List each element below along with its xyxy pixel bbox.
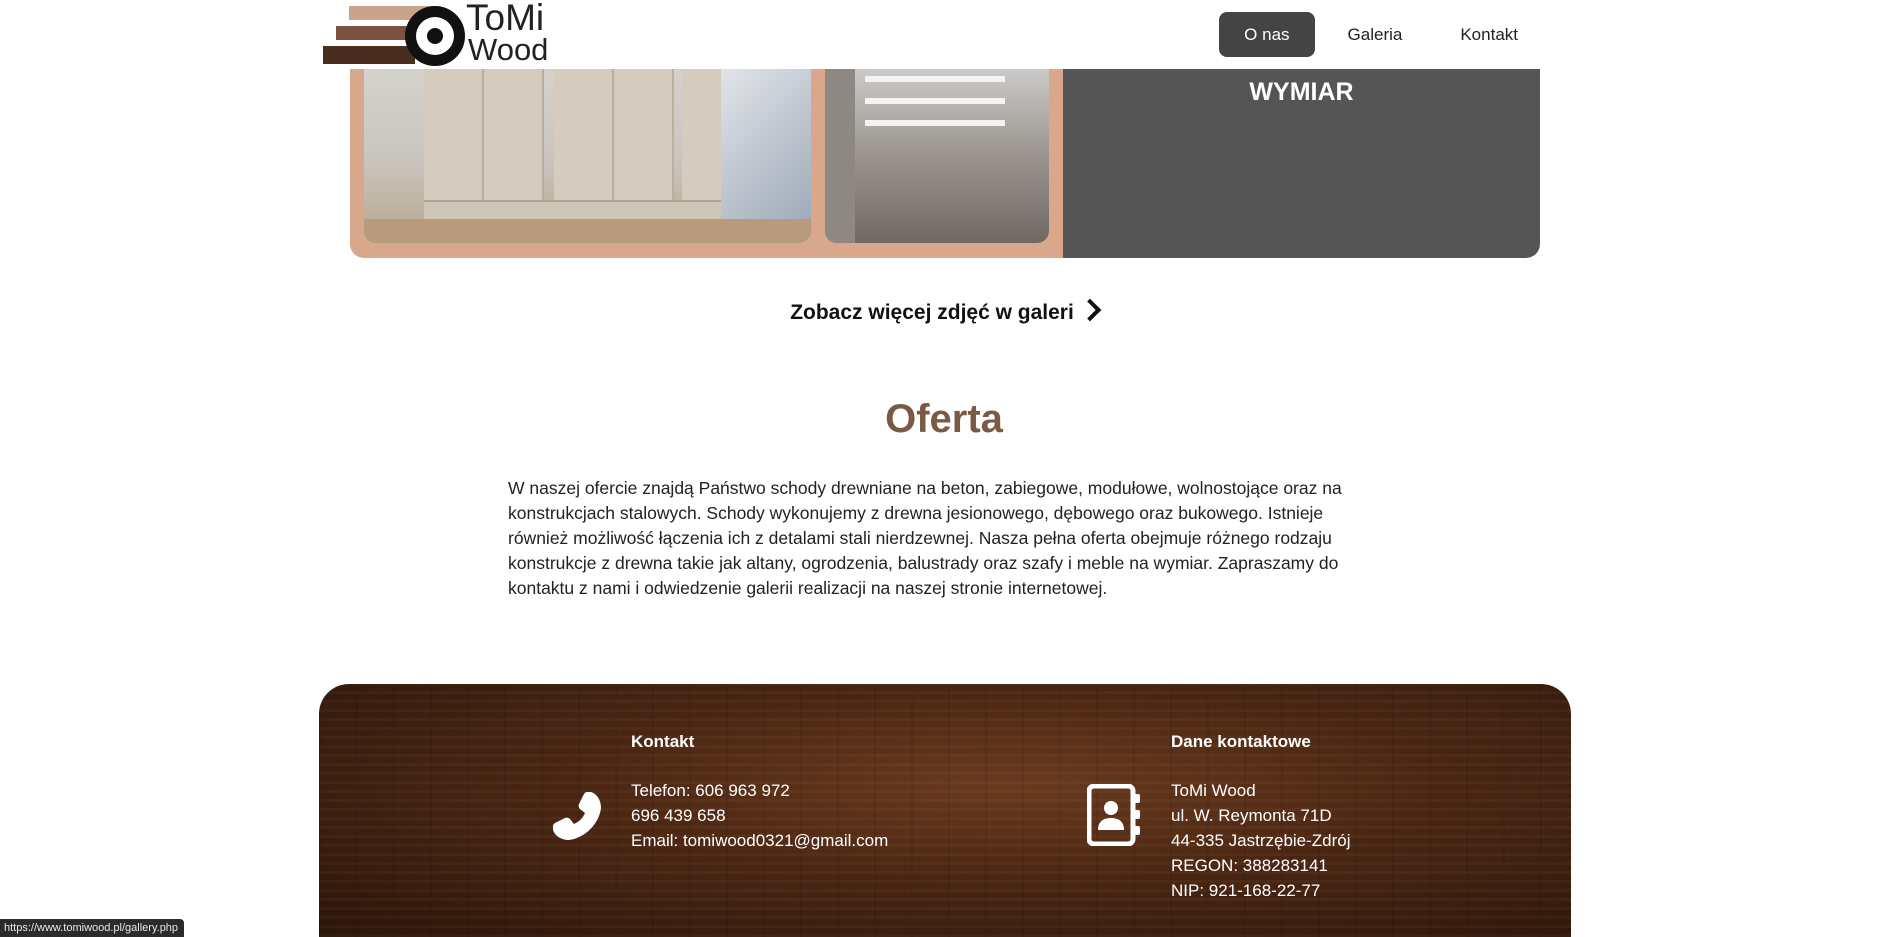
offer-title: Oferta	[885, 397, 1003, 441]
details-company: ToMi Wood	[1171, 781, 1256, 800]
details-regon: REGON: 388283141	[1171, 856, 1328, 875]
details-title: Dane kontaktowe	[1171, 732, 1311, 751]
gallery-link-label: Zobacz więcej zdjęć w galeri	[790, 301, 1074, 324]
hero-section: WYMIAR	[350, 40, 1540, 258]
contact-phone[interactable]: Telefon: 606 963 972	[631, 778, 790, 803]
phone-icon	[553, 792, 601, 840]
logo-plank	[323, 46, 415, 64]
hero-overlay-text: WYMIAR	[1249, 78, 1354, 106]
nav-item-o-nas[interactable]: O nas	[1219, 12, 1315, 57]
footer: Kontakt Telefon: 606 963 972 696 439 658…	[319, 684, 1571, 937]
details-street: ul. W. Reymonta 71D	[1171, 806, 1332, 825]
nav-item-galeria[interactable]: Galeria	[1323, 12, 1428, 57]
hero-photo-frame	[350, 40, 1063, 258]
status-bar-url: https://www.tomiwood.pl/gallery.php	[0, 919, 185, 937]
closet-photo	[825, 40, 1049, 243]
contact-card-icon	[1087, 784, 1140, 846]
contact-phone-2[interactable]: 696 439 658	[631, 803, 726, 828]
logo[interactable]: ToMi Wood	[323, 0, 553, 67]
contact-email[interactable]: Email: tomiwood0321@gmail.com	[631, 828, 888, 853]
chevron-right-icon	[1078, 298, 1102, 322]
details-nip: NIP: 921-168-22-77	[1171, 881, 1321, 900]
contact-title: Kontakt	[631, 732, 695, 751]
wardrobe-photo	[364, 40, 811, 243]
logo-text-line2: Wood	[468, 32, 549, 67]
nav-item-kontakt[interactable]: Kontakt	[1435, 12, 1543, 57]
offer-description: W naszej ofercie znajdą Państwo schody d…	[508, 478, 1342, 598]
hero-text-panel: WYMIAR	[1063, 40, 1540, 258]
site-header: ToMi Wood O nas Galeria Kontakt	[0, 0, 1888, 69]
gallery-link[interactable]: Zobacz więcej zdjęć w galeri	[0, 298, 1888, 325]
main-nav: O nas Galeria Kontakt	[1219, 12, 1543, 57]
details-city: 44-335 Jastrzębie-Zdrój	[1171, 831, 1351, 850]
